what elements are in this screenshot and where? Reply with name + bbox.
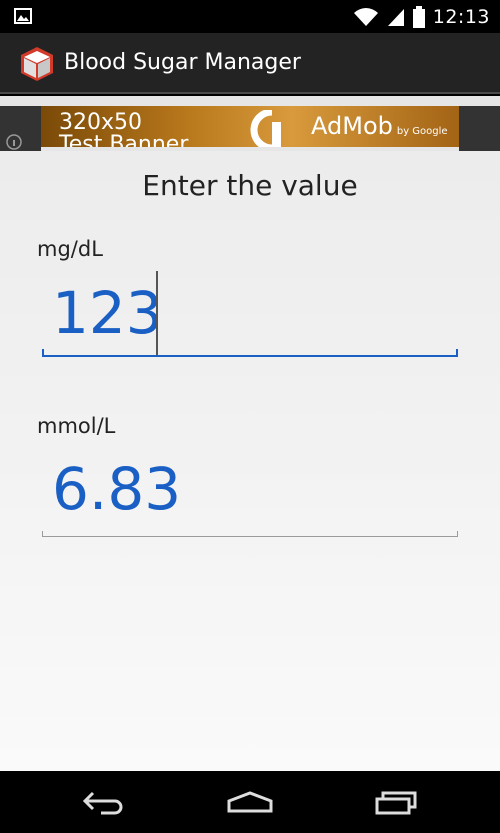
back-button[interactable] (74, 783, 134, 821)
mmol-label: mmol/L (37, 414, 116, 438)
status-right-group: 12:13 (353, 3, 490, 31)
ad-brand-name: AdMob (311, 112, 393, 140)
app-cube-icon[interactable] (18, 45, 56, 83)
admob-logo-icon (250, 110, 281, 147)
recent-apps-button[interactable] (366, 783, 426, 821)
ad-banner-text: 320x50 Test Banner (59, 110, 189, 148)
wifi-icon (353, 8, 378, 26)
ad-banner[interactable]: 320x50 Test Banner AdMob by Google (41, 106, 459, 147)
ad-side-left (0, 106, 41, 151)
action-bar: Blood Sugar Manager (0, 33, 500, 94)
battery-icon (412, 6, 425, 28)
mgdl-label: mg/dL (37, 237, 103, 261)
page-heading: Enter the value (142, 169, 358, 202)
image-notification-icon (14, 8, 32, 24)
home-button[interactable] (220, 783, 280, 821)
cell-signal-icon (387, 9, 404, 26)
main-content: Enter the value mg/dL 123 mmol/L 6.83 (0, 151, 500, 771)
mmol-input-underline (42, 531, 458, 537)
mmol-input[interactable]: 6.83 (52, 455, 181, 523)
ad-side-right (459, 106, 500, 151)
ad-brand: AdMob by Google (311, 112, 448, 140)
mgdl-input-underline (42, 349, 458, 357)
text-cursor (156, 271, 158, 355)
status-bar: 12:13 (0, 0, 500, 33)
back-icon (82, 791, 123, 815)
recent-apps-icon (375, 791, 417, 815)
ad-brand-sub: by Google (396, 126, 448, 137)
mgdl-input[interactable]: 123 (52, 279, 163, 347)
nav-bar (0, 771, 500, 833)
ad-strip: 320x50 Test Banner AdMob by Google (0, 96, 500, 151)
app-title: Blood Sugar Manager (64, 50, 301, 75)
home-icon (227, 791, 273, 813)
info-icon[interactable] (6, 134, 22, 150)
status-time: 12:13 (432, 6, 490, 28)
